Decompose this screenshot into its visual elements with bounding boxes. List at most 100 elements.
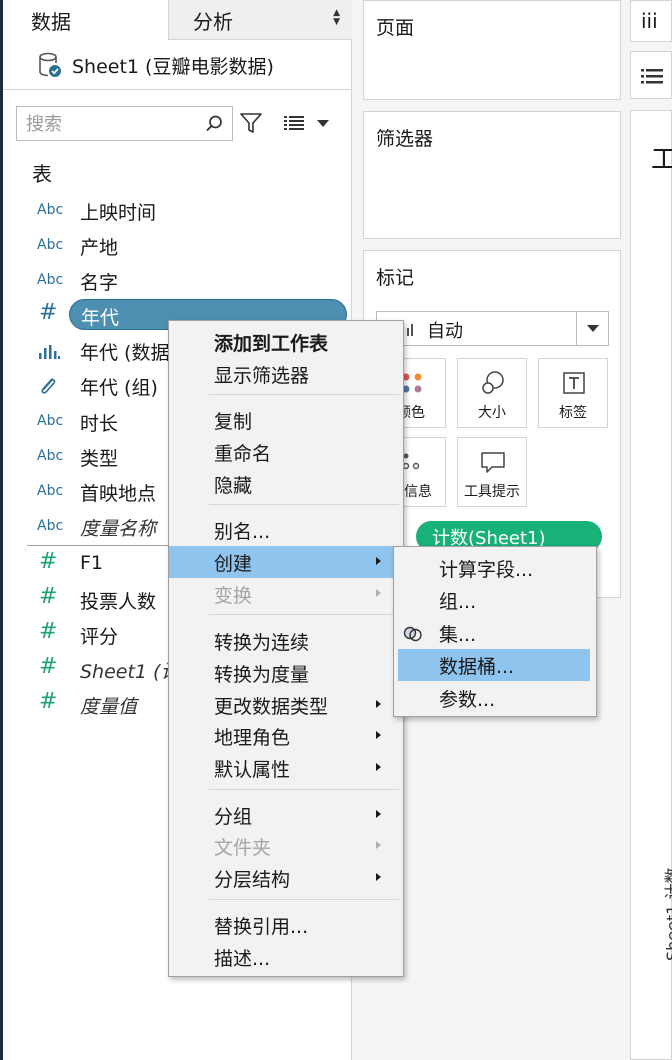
menu-item-folder: 文件夹	[169, 830, 403, 862]
tab-data[interactable]: 数据	[3, 0, 168, 40]
menu-separator	[209, 394, 399, 395]
submenu-item-bins[interactable]: 数据桶...	[398, 649, 590, 681]
menu-item-convert-measure[interactable]: 转换为度量	[169, 657, 403, 689]
submenu-arrow-icon	[376, 763, 381, 771]
field-name: 度量名称	[80, 518, 157, 540]
size-button-label: 大小	[478, 405, 506, 421]
field-item[interactable]: Abc 名字	[3, 263, 352, 298]
filters-card[interactable]: 筛选器	[363, 111, 621, 239]
submenu-arrow-icon	[376, 873, 381, 881]
field-name: 类型	[80, 448, 119, 470]
number-type-icon: #	[39, 689, 58, 714]
tooltip-button-label: 工具提示	[464, 484, 520, 500]
label-button[interactable]: 标签	[538, 358, 608, 428]
number-type-icon: #	[39, 584, 58, 609]
columns-shelf[interactable]: iii	[630, 0, 672, 42]
mark-type-caret[interactable]	[576, 312, 608, 345]
chevron-down-icon[interactable]	[317, 118, 329, 128]
menu-item-add-to-sheet[interactable]: 添加到工作表	[169, 326, 403, 358]
search-box[interactable]	[16, 106, 233, 141]
menu-separator	[209, 614, 399, 615]
menu-item-label: 集...	[439, 624, 477, 646]
datasource-icon	[39, 52, 61, 77]
right-strip: iii 工 Sheet1 计数	[622, 0, 672, 1060]
menu-item-copy[interactable]: 复制	[169, 404, 403, 436]
string-type-icon: Abc	[37, 237, 64, 253]
search-input[interactable]	[26, 112, 196, 136]
menu-item-group[interactable]: 分组	[169, 799, 403, 831]
chevron-down-icon	[587, 325, 599, 332]
field-item[interactable]: Abc 上映时间	[3, 193, 352, 228]
menu-item-describe[interactable]: 描述...	[169, 941, 403, 973]
field-context-menu: 添加到工作表 显示筛选器 复制 重命名 隐藏 别名... 创建 变换 转换为连续…	[168, 320, 404, 977]
submenu-item-parameter[interactable]: 参数...	[394, 682, 596, 714]
menu-item-replace-references[interactable]: 替换引用...	[169, 909, 403, 941]
menu-item-label: 添加到工作表	[214, 333, 329, 355]
submenu-arrow-icon	[376, 700, 381, 708]
sets-icon	[403, 626, 422, 642]
pages-card[interactable]: 页面	[363, 0, 621, 100]
paperclip-icon	[41, 378, 56, 394]
submenu-item-set[interactable]: 集...	[394, 617, 596, 649]
size-button[interactable]: 大小	[457, 358, 527, 428]
menu-item-rename[interactable]: 重命名	[169, 436, 403, 468]
worksheet-title: 工	[651, 145, 672, 175]
menu-item-label: 显示筛选器	[214, 365, 310, 387]
list-view-icon[interactable]	[283, 114, 305, 132]
submenu-arrow-icon	[376, 810, 381, 818]
bins-icon	[39, 345, 60, 359]
datasource-row[interactable]: Sheet1 (豆瓣电影数据)	[3, 40, 352, 90]
pages-card-title: 页面	[376, 17, 415, 39]
tab-analysis[interactable]: 分析 ▲ ▼	[168, 0, 352, 40]
axis-label: Sheet1 计数	[663, 867, 672, 961]
menu-item-label: 更改数据类型	[214, 696, 329, 718]
submenu-item-calculated-field[interactable]: 计算字段...	[394, 552, 596, 584]
menu-separator	[209, 899, 399, 900]
field-name: 产地	[80, 237, 119, 259]
menu-item-create[interactable]: 创建	[169, 546, 403, 578]
menu-item-change-data-type[interactable]: 更改数据类型	[169, 689, 403, 721]
menu-item-show-filter[interactable]: 显示筛选器	[169, 358, 403, 390]
menu-item-default-properties[interactable]: 默认属性	[169, 752, 403, 784]
rows-shelf[interactable]	[630, 51, 672, 99]
number-type-icon: #	[39, 549, 58, 574]
menu-item-label: 别名...	[214, 521, 271, 543]
number-type-icon: #	[39, 300, 58, 325]
menu-item-label: 默认属性	[214, 759, 291, 781]
create-submenu: 计算字段... 组... 集... 数据桶... 参数...	[393, 546, 597, 717]
string-type-icon: Abc	[37, 448, 64, 464]
field-name: 年代 (组)	[80, 377, 158, 399]
bar-chart-icon	[407, 324, 413, 336]
search-icon[interactable]	[204, 114, 224, 134]
menu-item-hierarchy[interactable]: 分层结构	[169, 862, 403, 894]
mark-type-dropdown[interactable]: 自动	[376, 311, 609, 346]
menu-item-aliases[interactable]: 别名...	[169, 514, 403, 546]
string-type-icon: Abc	[37, 483, 64, 499]
menu-item-label: 转换为度量	[214, 664, 310, 686]
menu-item-geographic-role[interactable]: 地理角色	[169, 720, 403, 752]
field-item[interactable]: Abc 产地	[3, 228, 352, 263]
menu-item-label: 转换为连续	[214, 632, 310, 654]
submenu-item-group[interactable]: 组...	[394, 584, 596, 616]
field-name: 上映时间	[80, 202, 157, 224]
menu-item-label: 文件夹	[214, 837, 272, 859]
tooltip-button[interactable]: 工具提示	[457, 437, 527, 507]
field-name: F1	[80, 552, 104, 574]
string-type-icon: Abc	[37, 518, 64, 534]
menu-item-label: 替换引用...	[214, 916, 309, 938]
view-canvas[interactable]: 工 Sheet1 计数	[630, 110, 672, 1060]
menu-item-hide[interactable]: 隐藏	[169, 468, 403, 500]
filter-icon[interactable]	[239, 111, 263, 135]
menu-item-label: 创建	[214, 553, 253, 575]
field-name: 首映地点	[80, 483, 157, 505]
field-name: 投票人数	[80, 591, 157, 613]
number-type-icon: #	[39, 654, 58, 679]
field-name: 年代	[81, 307, 120, 329]
sort-arrows-icon[interactable]: ▲ ▼	[333, 9, 340, 27]
size-icon	[482, 371, 504, 394]
menu-item-label: 复制	[214, 411, 253, 433]
menu-item-label: 计算字段...	[439, 559, 534, 581]
menu-item-transform: 变换	[169, 578, 403, 610]
field-name: Sheet1 (计	[80, 661, 180, 683]
menu-item-convert-continuous[interactable]: 转换为连续	[169, 625, 403, 657]
